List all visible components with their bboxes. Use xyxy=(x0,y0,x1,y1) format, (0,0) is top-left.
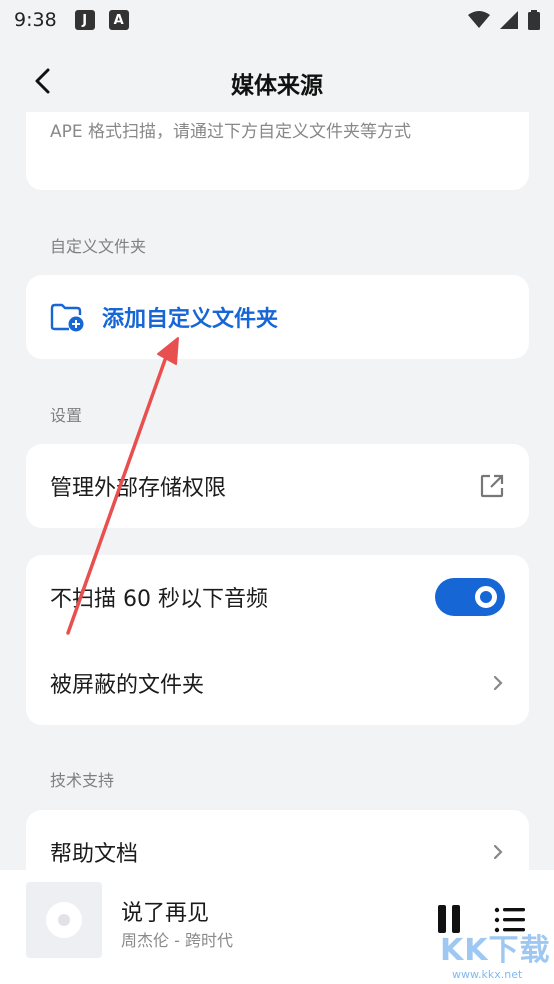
chevron-right-icon xyxy=(493,844,503,860)
wifi-icon xyxy=(468,11,490,28)
battery-icon xyxy=(528,10,540,30)
chevron-right-icon xyxy=(493,675,503,691)
blocked-folders-label: 被屏蔽的文件夹 xyxy=(50,673,205,698)
manage-external-storage-label: 管理外部存储权限 xyxy=(50,476,227,501)
manage-external-storage-row[interactable]: 管理外部存储权限 xyxy=(26,444,529,528)
watermark-url: www.kkx.net xyxy=(452,968,523,981)
scan-options-card: 不扫描 60 秒以下音频 被屏蔽的文件夹 xyxy=(26,555,529,725)
open-external-icon xyxy=(480,474,504,498)
section-label-support: 技术支持 xyxy=(50,771,115,790)
notification-icon-j: J xyxy=(74,10,95,30)
help-docs-label: 帮助文档 xyxy=(50,842,139,867)
title-bar: 媒体来源 xyxy=(0,48,554,112)
skip-short-audio-toggle[interactable] xyxy=(435,578,505,616)
song-artist: 周杰伦 - 跨时代 xyxy=(121,931,233,950)
add-custom-folder-label: 添加自定义文件夹 xyxy=(102,307,279,332)
section-label-settings: 设置 xyxy=(50,406,83,425)
status-bar: 9:38 J A xyxy=(0,0,554,40)
signal-icon xyxy=(500,11,518,29)
toggle-knob xyxy=(475,586,497,608)
external-storage-card: 管理外部存储权限 xyxy=(26,444,529,528)
notification-icon-a: A xyxy=(108,10,129,30)
album-art[interactable] xyxy=(26,882,102,958)
status-time: 9:38 xyxy=(14,9,57,31)
section-label-custom-folder: 自定义文件夹 xyxy=(50,237,147,256)
skip-short-audio-label: 不扫描 60 秒以下音频 xyxy=(50,587,268,612)
description-card: APE 格式扫描，请通过下方自定义文件夹等方式 xyxy=(26,112,529,190)
scan-description-text: APE 格式扫描，请通过下方自定义文件夹等方式 xyxy=(50,122,412,142)
add-custom-folder-button[interactable]: 添加自定义文件夹 xyxy=(26,275,529,359)
blocked-folders-row[interactable]: 被屏蔽的文件夹 xyxy=(26,641,529,725)
page-title: 媒体来源 xyxy=(231,73,323,99)
song-title: 说了再见 xyxy=(121,901,210,926)
custom-folder-card: 添加自定义文件夹 xyxy=(26,275,529,359)
skip-short-audio-row: 不扫描 60 秒以下音频 xyxy=(26,555,529,639)
disc-icon xyxy=(46,902,82,938)
folder-add-icon xyxy=(50,303,84,332)
watermark-logo: KK下载 xyxy=(440,933,551,968)
